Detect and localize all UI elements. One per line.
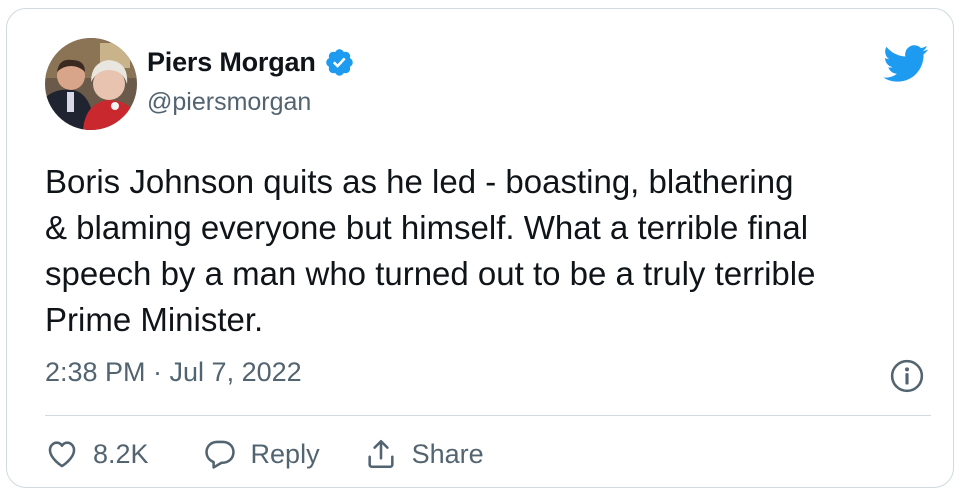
author-name[interactable]: Piers Morgan xyxy=(147,47,316,78)
share-label: Share xyxy=(411,438,484,469)
like-count: 8.2K xyxy=(93,438,149,469)
tweet-text: Boris Johnson quits as he led - boasting… xyxy=(45,163,816,338)
divider xyxy=(45,415,931,416)
tweet-timestamp[interactable]: 2:38 PM · Jul 7, 2022 xyxy=(45,357,302,388)
reply-button[interactable]: Reply xyxy=(203,437,320,471)
verified-badge-icon xyxy=(325,49,353,76)
author-handle[interactable]: @piersmorgan xyxy=(147,88,311,117)
tweet-card: Piers Morgan @piersmorgan Boris Johnson … xyxy=(6,8,954,488)
profile-avatar[interactable] xyxy=(45,38,137,130)
heart-icon xyxy=(48,441,76,468)
reply-label: Reply xyxy=(250,438,320,469)
twitter-bird-icon[interactable] xyxy=(883,45,929,83)
like-button[interactable]: 8.2K xyxy=(45,437,149,471)
avatar-photo xyxy=(45,38,137,130)
reply-bubble-icon xyxy=(204,440,235,469)
tweet-actions: 8.2K Reply Share xyxy=(45,431,484,477)
share-upload-icon xyxy=(367,439,394,469)
share-button[interactable]: Share xyxy=(364,437,484,471)
info-icon[interactable] xyxy=(890,359,924,393)
author-name-row[interactable]: Piers Morgan xyxy=(147,47,355,78)
